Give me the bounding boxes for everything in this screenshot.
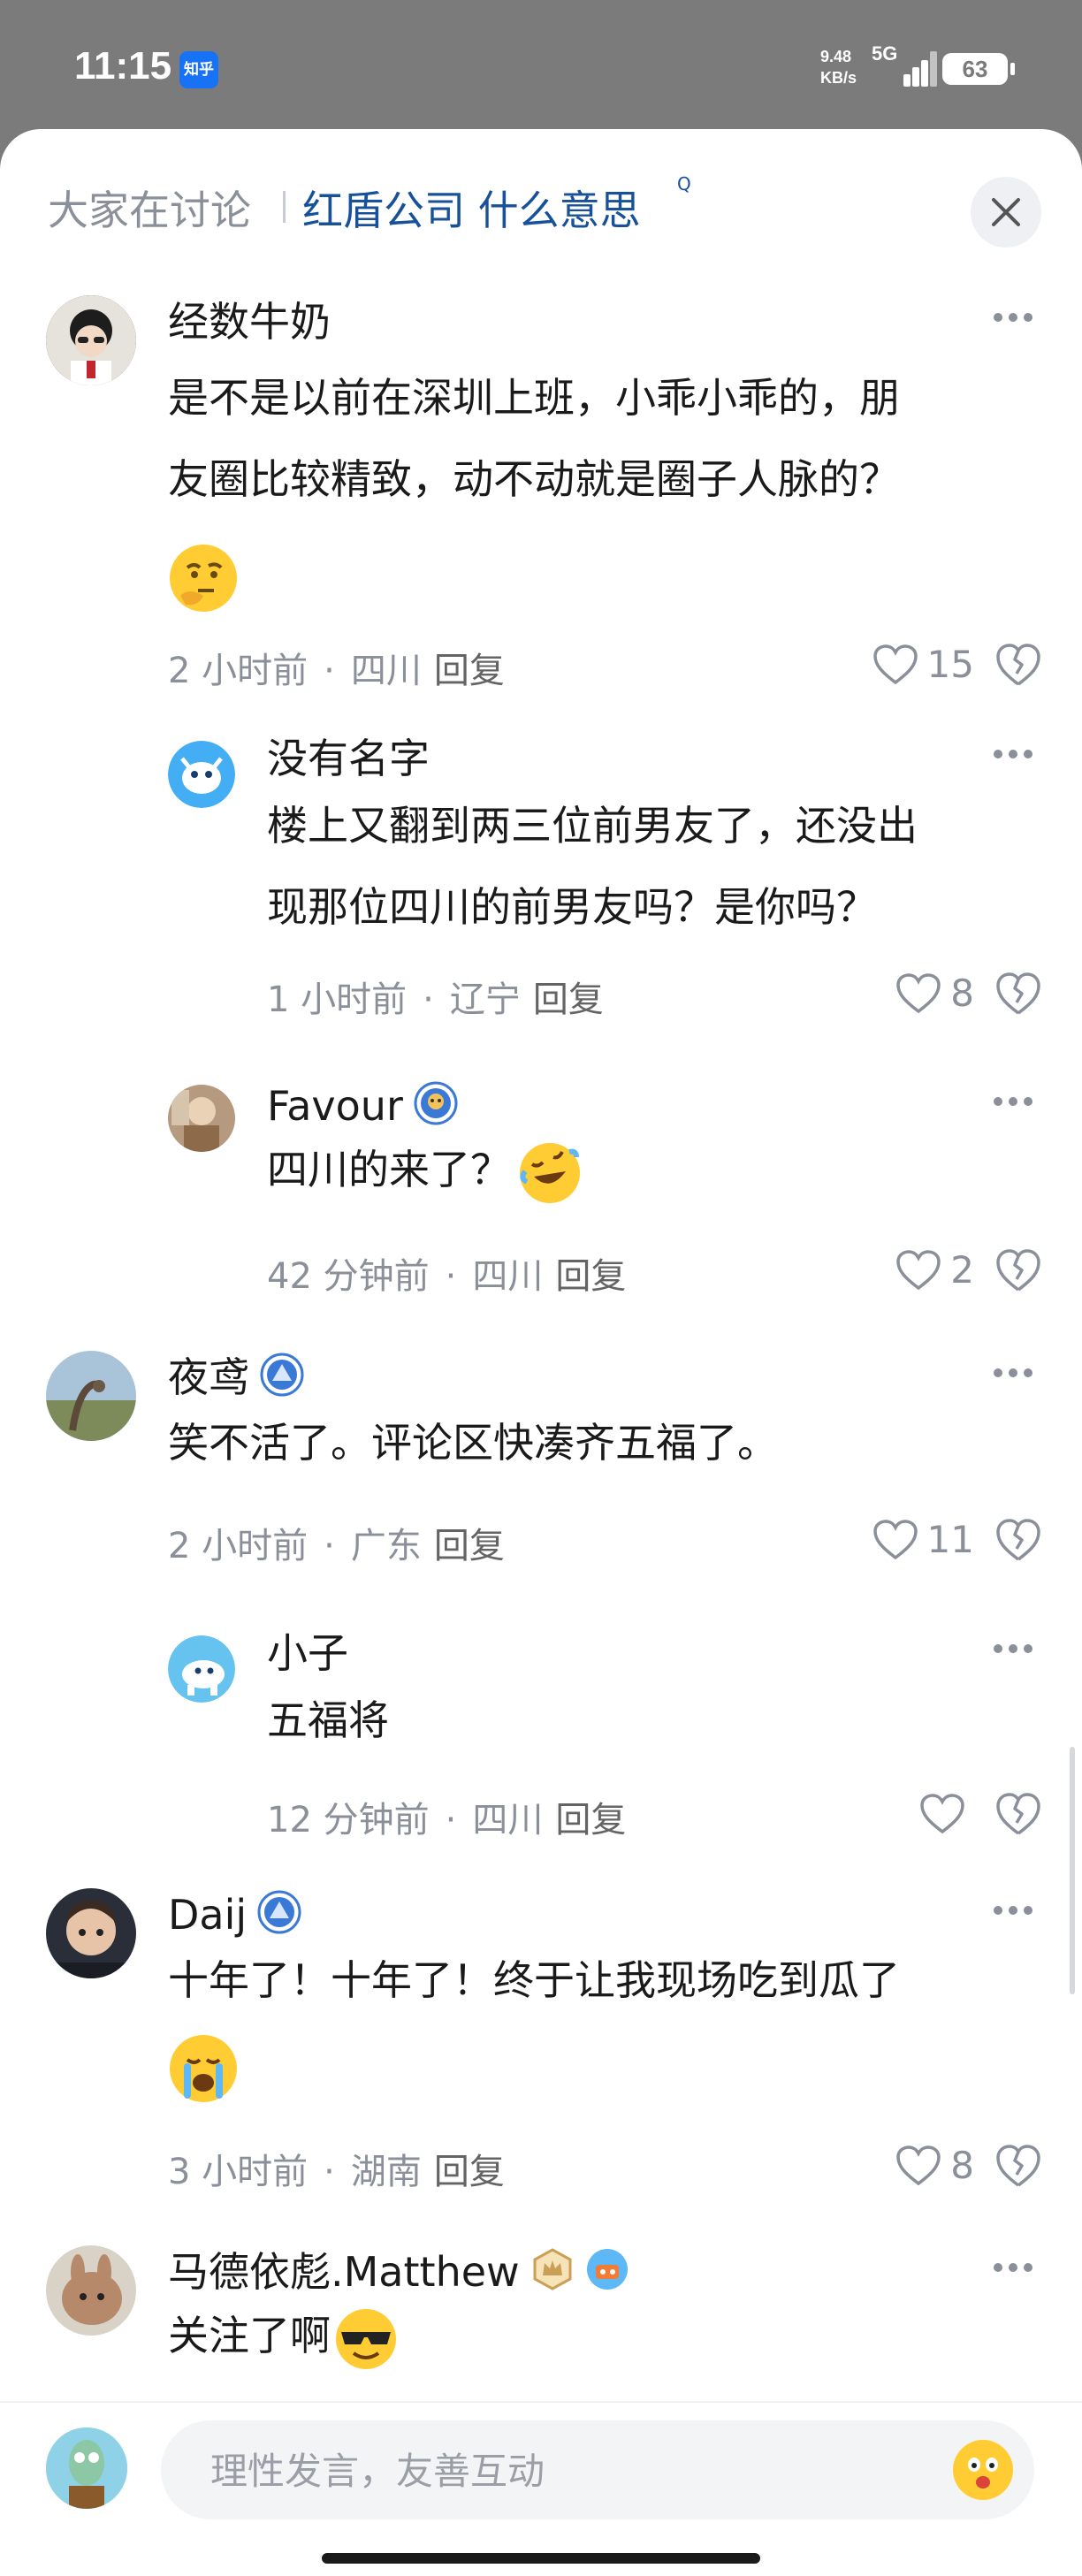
reply-button[interactable]: 回复 xyxy=(434,651,505,691)
heart-icon xyxy=(872,644,918,684)
comment-text: 楼上又翻到两三位前男友了，还没出 xyxy=(267,802,918,850)
username[interactable]: 没有名字 xyxy=(267,732,430,785)
heart-icon xyxy=(896,1249,941,1290)
dislike-button[interactable] xyxy=(994,1515,1043,1565)
signal-icon xyxy=(884,50,937,87)
dislike-button[interactable] xyxy=(994,640,1043,690)
heart-icon xyxy=(896,2145,941,2185)
more-options-icon[interactable] xyxy=(994,1644,1032,1657)
like-button[interactable]: 15 xyxy=(872,640,974,690)
username[interactable]: Daij xyxy=(168,1888,301,1947)
heart-icon xyxy=(896,972,941,1013)
like-button[interactable] xyxy=(919,1789,974,1839)
rofl-emoji-icon xyxy=(516,1139,583,1207)
comment-meta: 42 分钟前 · 四川 回复 xyxy=(267,1256,627,1297)
discussion-label: 大家在讨论 xyxy=(48,187,251,234)
avatar[interactable] xyxy=(168,1635,235,1703)
like-button[interactable]: 8 xyxy=(895,2141,974,2191)
broken-heart-icon xyxy=(996,1249,1040,1292)
clock: 11:15 xyxy=(74,44,172,88)
divider xyxy=(283,191,286,223)
more-options-icon[interactable] xyxy=(994,313,1032,325)
comment-text: 笑不活了。评论区快凑齐五福了。 xyxy=(168,1419,778,1467)
battery-indicator: 63 xyxy=(942,53,1015,85)
like-button[interactable]: 8 xyxy=(895,969,974,1018)
reply-button[interactable]: 回复 xyxy=(533,979,604,1020)
reply-button[interactable]: 回复 xyxy=(434,2152,505,2192)
username[interactable]: 经数牛奶 xyxy=(168,295,331,348)
heart-icon xyxy=(920,1793,964,1833)
avatar[interactable] xyxy=(168,741,235,808)
topic-search-link[interactable]: 红盾公司 什么意思 xyxy=(302,179,641,237)
comment-input-wrapper xyxy=(161,2420,1034,2521)
comment-text: 是不是以前在深圳上班，小乖小乖的，朋 xyxy=(168,374,900,422)
crying-emoji-icon xyxy=(168,2033,239,2107)
comment-text: 现那位四川的前男友吗？是你吗？ xyxy=(267,883,877,931)
like-button[interactable]: 11 xyxy=(872,1515,974,1565)
avatar[interactable] xyxy=(46,295,136,385)
my-avatar[interactable] xyxy=(46,2427,127,2509)
comment-input[interactable] xyxy=(209,2420,919,2521)
reply-button[interactable]: 回复 xyxy=(434,1526,505,1566)
game-badge-icon xyxy=(585,2247,629,2304)
dislike-button[interactable] xyxy=(994,969,1043,1018)
comment-text: 四川的来了？ xyxy=(267,1129,583,1210)
scrollbar[interactable] xyxy=(1070,1747,1075,1994)
comment-text: 关注了啊 xyxy=(168,2295,400,2376)
level-crown-badge-icon xyxy=(530,2247,575,2304)
heart-icon xyxy=(872,1519,918,1559)
broken-heart-icon xyxy=(996,1519,1040,1561)
thinking-emoji-icon xyxy=(168,543,239,617)
comment-sheet: 大家在讨论 红盾公司 什么意思 Q 经数牛奶 是不是以前在深圳上班，小乖小乖的，… xyxy=(0,129,1082,2574)
avatar[interactable] xyxy=(46,1888,136,1978)
like-button[interactable]: 2 xyxy=(895,1246,974,1295)
broken-heart-icon xyxy=(996,972,1040,1015)
broken-heart-icon xyxy=(996,644,1040,686)
verified-badge-icon xyxy=(260,1353,304,1409)
broken-heart-icon xyxy=(996,2145,1040,2187)
avatar[interactable] xyxy=(46,2245,136,2336)
avatar[interactable] xyxy=(168,1085,235,1152)
comment-meta: 3 小时前 · 湖南 回复 xyxy=(168,2152,505,2192)
avatar[interactable] xyxy=(46,1351,136,1441)
dislike-button[interactable] xyxy=(994,2141,1043,2191)
sunglasses-emoji-icon xyxy=(332,2305,400,2373)
comment-text: 五福将 xyxy=(267,1696,389,1744)
dislike-button[interactable] xyxy=(994,1246,1043,1295)
comment-meta: 2 小时前 · 四川 回复 xyxy=(168,651,505,691)
verified-badge-icon xyxy=(257,1890,301,1947)
comment-input-bar xyxy=(0,2401,1082,2576)
username[interactable]: 小子 xyxy=(267,1627,348,1680)
emoji-icon xyxy=(955,2442,1011,2498)
search-mark-icon: Q xyxy=(677,173,691,194)
broken-heart-icon xyxy=(996,1793,1040,1835)
dislike-button[interactable] xyxy=(994,1789,1043,1839)
more-options-icon[interactable] xyxy=(994,1368,1032,1381)
more-options-icon[interactable] xyxy=(994,1906,1032,1918)
close-icon xyxy=(992,198,1020,226)
comment-meta: 2 小时前 · 广东 回复 xyxy=(168,1526,505,1566)
reply-button[interactable]: 回复 xyxy=(555,1800,626,1841)
comment-meta: 12 分钟前 · 四川 回复 xyxy=(267,1800,627,1841)
app-badge-icon: 知乎 xyxy=(179,51,218,88)
reply-button[interactable]: 回复 xyxy=(555,1256,626,1297)
close-button[interactable] xyxy=(971,177,1041,248)
home-indicator[interactable] xyxy=(322,2553,760,2564)
network-speed: 9.48 KB/s xyxy=(820,48,857,87)
username[interactable]: 夜鸢 xyxy=(168,1351,304,1409)
comment-text: 友圈比较精致，动不动就是圈子人脉的？ xyxy=(168,455,900,503)
emoji-picker-button[interactable] xyxy=(953,2440,1013,2500)
status-bar: 11:15 知乎 9.48 KB/s 5G 63 xyxy=(0,0,1082,133)
sheet-header: 大家在讨论 红盾公司 什么意思 Q xyxy=(0,129,1082,262)
comment-meta: 1 小时前 · 辽宁 回复 xyxy=(267,979,604,1020)
more-options-icon[interactable] xyxy=(994,750,1032,762)
more-options-icon[interactable] xyxy=(994,1097,1032,1109)
comment-text: 十年了！十年了！终于让我现场吃到瓜了 xyxy=(168,1956,900,2004)
more-options-icon[interactable] xyxy=(994,2263,1032,2275)
